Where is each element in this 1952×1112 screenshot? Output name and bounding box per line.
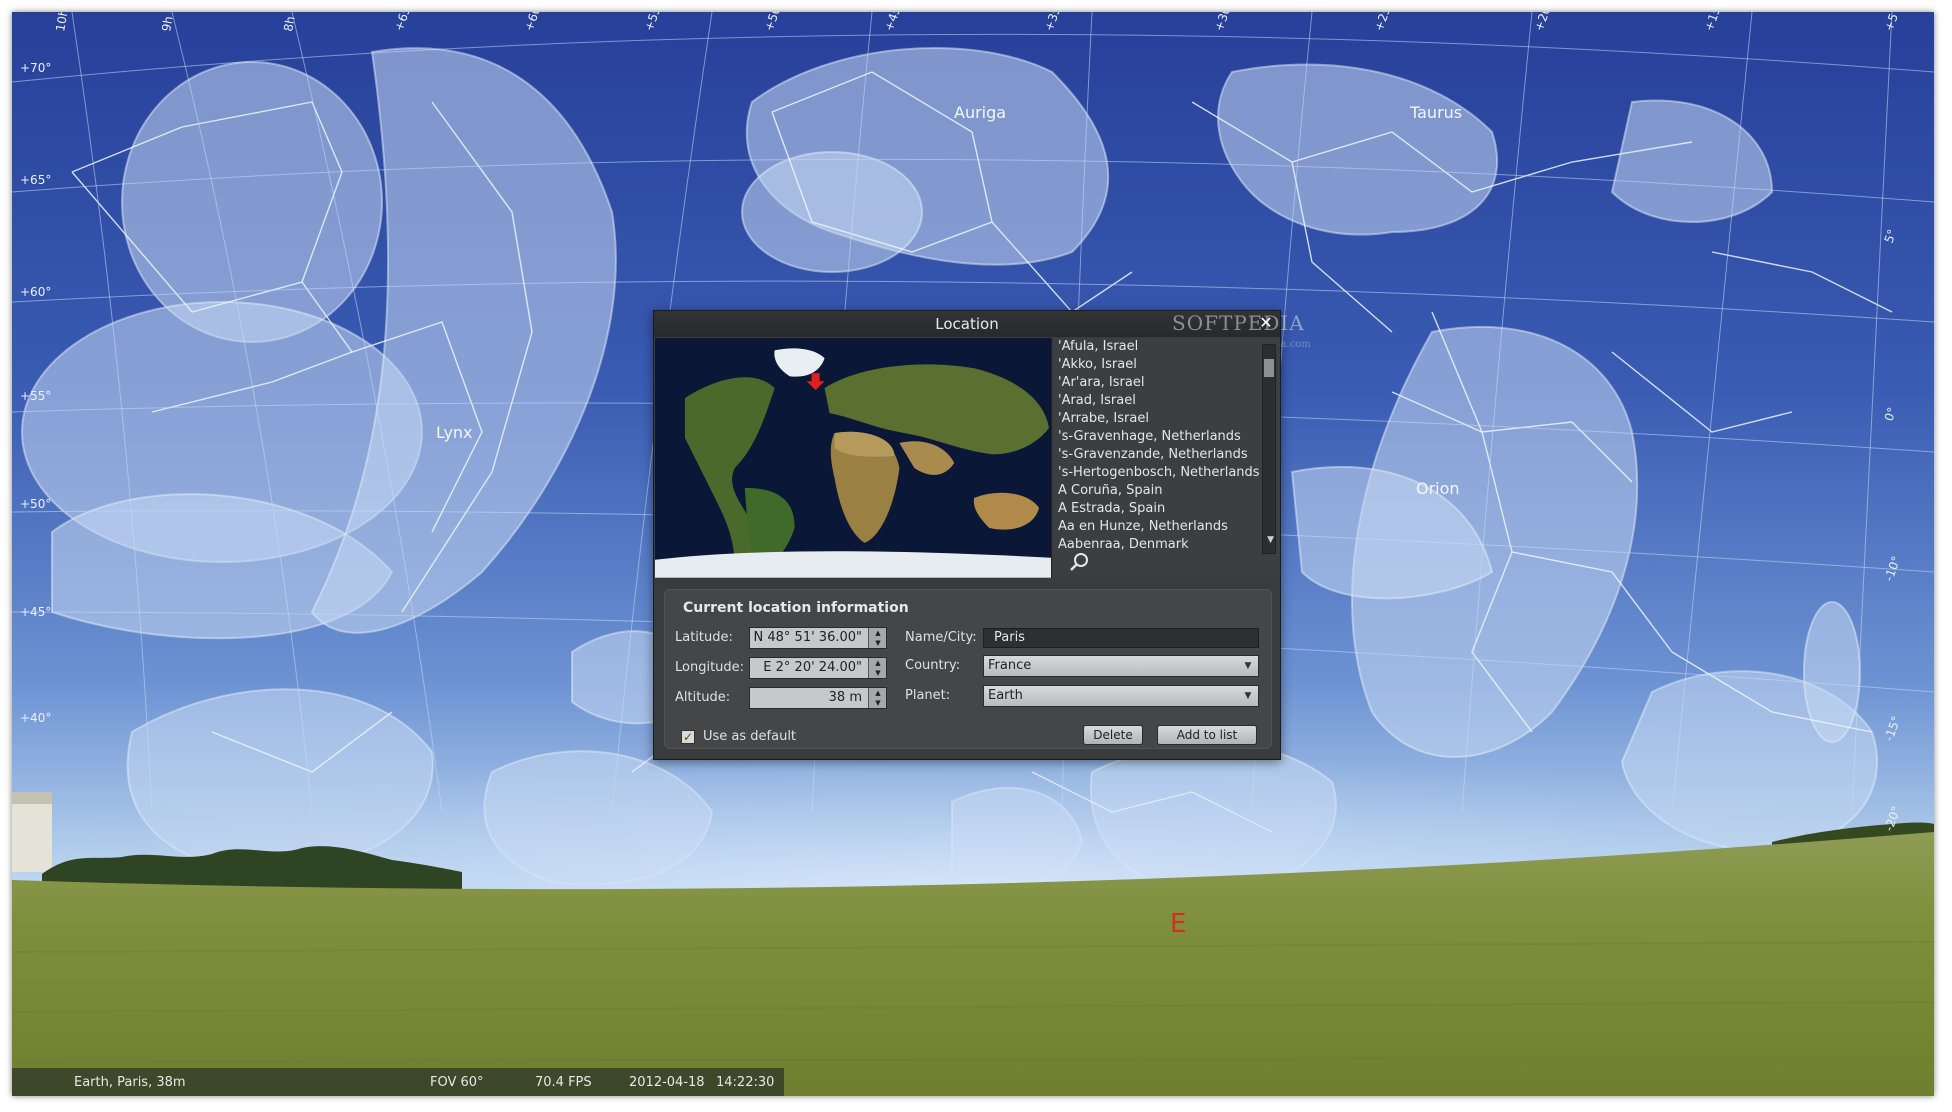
- status-fps: 70.4 FPS: [535, 1075, 592, 1090]
- latitude-field[interactable]: N 48° 51' 36.00" ▲ ▼: [749, 627, 887, 649]
- spin-down-icon[interactable]: ▼: [869, 638, 887, 648]
- name-city-value: Paris: [994, 630, 1025, 645]
- ra-labels: 10h 9h 8h +65 +60 +55 +50 +45 +35 +30 +2…: [53, 12, 1901, 33]
- country-value: France: [988, 658, 1032, 673]
- planet-value: Earth: [988, 688, 1023, 703]
- ra-label: +25: [1372, 12, 1394, 33]
- use-as-default-checkbox[interactable]: ✓: [681, 730, 695, 744]
- list-item[interactable]: 'Arad, Israel: [1054, 392, 1280, 410]
- close-icon[interactable]: ✕: [1256, 313, 1276, 333]
- delete-button[interactable]: Delete: [1083, 725, 1143, 745]
- constellation-name-taurus: Taurus: [1409, 103, 1462, 122]
- latitude-value: N 48° 51' 36.00": [753, 630, 862, 645]
- compass-east-marker: E: [1170, 909, 1186, 939]
- list-item[interactable]: 's-Gravenhage, Netherlands: [1054, 428, 1280, 446]
- dec-label: +55°: [20, 389, 51, 403]
- scrollbar-thumb[interactable]: [1264, 359, 1274, 377]
- ra-label: +55: [642, 12, 664, 33]
- location-info-panel: Current location information Latitude: N…: [664, 589, 1272, 749]
- constellation-name-auriga: Auriga: [954, 103, 1006, 122]
- country-label: Country:: [905, 658, 961, 673]
- ra-label: +20: [1532, 12, 1554, 33]
- ra-label: +50: [762, 12, 784, 33]
- list-item[interactable]: 's-Hertogenbosch, Netherlands: [1054, 464, 1280, 482]
- name-city-input[interactable]: Paris: [983, 628, 1259, 648]
- chevron-down-icon[interactable]: ▼: [1240, 658, 1256, 674]
- list-item[interactable]: A Coruña, Spain: [1054, 482, 1280, 500]
- dec-label: +45°: [20, 605, 51, 619]
- spin-down-icon[interactable]: ▼: [869, 668, 887, 678]
- use-as-default-label: Use as default: [703, 729, 797, 744]
- spin-up-icon[interactable]: ▲: [869, 688, 887, 698]
- ra-label: +35: [1042, 12, 1064, 33]
- city-list[interactable]: 'Afula, Israel 'Akko, Israel 'Ar'ara, Is…: [1054, 338, 1280, 575]
- status-fov: FOV 60°: [430, 1075, 484, 1090]
- ra-label: +65: [392, 12, 414, 33]
- latitude-spinner[interactable]: ▲ ▼: [868, 628, 886, 648]
- grid-label: 5°: [1882, 227, 1900, 245]
- list-item[interactable]: 'Afula, Israel: [1054, 338, 1280, 356]
- planet-select[interactable]: Earth ▼: [983, 685, 1259, 707]
- list-item[interactable]: A Estrada, Spain: [1054, 500, 1280, 518]
- longitude-label: Longitude:: [675, 660, 745, 675]
- dialog-title: Location: [935, 315, 999, 333]
- latitude-label: Latitude:: [675, 630, 733, 645]
- grid-label: -10°: [1882, 554, 1904, 583]
- scroll-down-arrow-icon[interactable]: ▼: [1267, 535, 1274, 545]
- list-item[interactable]: Aa en Hunze, Netherlands: [1054, 518, 1280, 536]
- stellarium-window[interactable]: +70° +65° +60° +55° +50° +45° +40° 10h 9…: [12, 12, 1934, 1096]
- ra-label: 9h: [159, 15, 175, 32]
- status-bar: Earth, Paris, 38m FOV 60° 70.4 FPS 2012-…: [12, 1068, 784, 1096]
- longitude-field[interactable]: E 2° 20' 24.00" ▲ ▼: [749, 657, 887, 679]
- dec-label: +60°: [20, 285, 51, 299]
- longitude-spinner[interactable]: ▲ ▼: [868, 658, 886, 678]
- altitude-label: Altitude:: [675, 690, 731, 705]
- altitude-value: 38 m: [828, 690, 862, 705]
- constellation-name-orion: Orion: [1416, 479, 1460, 498]
- dec-label: +40°: [20, 711, 51, 725]
- add-to-list-button[interactable]: Add to list: [1157, 725, 1257, 745]
- list-item[interactable]: 'Arrabe, Israel: [1054, 410, 1280, 428]
- status-location: Earth, Paris, 38m: [74, 1075, 186, 1090]
- status-date: 2012-04-18: [629, 1075, 705, 1090]
- search-icon[interactable]: [1068, 551, 1090, 573]
- altitude-spinner[interactable]: ▲ ▼: [868, 688, 886, 708]
- grid-label: 0°: [1882, 405, 1900, 423]
- location-dialog[interactable]: Location SOFTPEDIA www.softpedia.com ✕: [653, 310, 1311, 760]
- dec-labels: +70° +65° +60° +55° +50° +45° +40°: [20, 61, 51, 725]
- name-city-label: Name/City:: [905, 630, 977, 645]
- constellation-name-lynx: Lynx: [436, 423, 473, 442]
- list-item[interactable]: 'Ar'ara, Israel: [1054, 374, 1280, 392]
- ra-label: +45: [882, 12, 904, 33]
- ra-label: +60: [522, 12, 544, 33]
- dec-label: +70°: [20, 61, 51, 75]
- spin-up-icon[interactable]: ▲: [869, 658, 887, 668]
- list-item[interactable]: 'Akko, Israel: [1054, 356, 1280, 374]
- status-time: 14:22:30: [716, 1075, 775, 1090]
- planet-label: Planet:: [905, 688, 951, 703]
- ra-label: +15: [1702, 12, 1724, 33]
- ra-label: 10h: [53, 12, 71, 33]
- dec-label: +65°: [20, 173, 51, 187]
- ra-label: +30: [1212, 12, 1234, 33]
- chevron-down-icon[interactable]: ▼: [1240, 688, 1256, 704]
- altitude-field[interactable]: 38 m ▲ ▼: [749, 687, 887, 709]
- section-title: Current location information: [683, 600, 909, 616]
- watermark-logo: SOFTPEDIA: [1172, 311, 1305, 335]
- country-select[interactable]: France ▼: [983, 655, 1259, 677]
- map-location-marker: [811, 373, 820, 383]
- dec-label: +50°: [20, 497, 51, 511]
- world-map[interactable]: [655, 338, 1052, 578]
- spin-up-icon[interactable]: ▲: [869, 628, 887, 638]
- list-scrollbar[interactable]: [1262, 344, 1276, 554]
- ra-label: +5: [1882, 12, 1901, 33]
- ra-label: 8h: [281, 15, 297, 32]
- grid-label: -15°: [1882, 714, 1904, 743]
- spin-down-icon[interactable]: ▼: [869, 698, 887, 708]
- list-item[interactable]: 's-Gravenzande, Netherlands: [1054, 446, 1280, 464]
- longitude-value: E 2° 20' 24.00": [763, 660, 862, 675]
